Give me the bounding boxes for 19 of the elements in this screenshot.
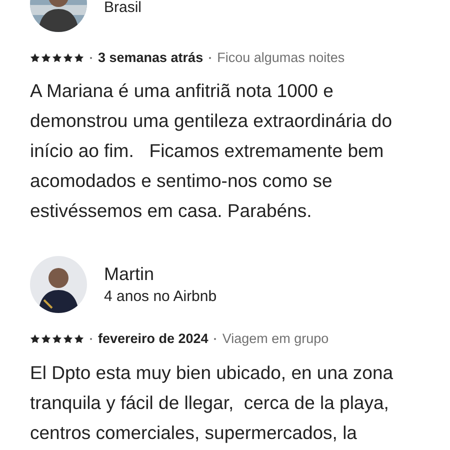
review-text: El Dpto esta muy bien ubicado, en una zona tranquila y fácil de llegar, cerca de la playa, centros comerciales, supermercados, la [30, 360, 394, 445]
star-icon [52, 53, 62, 64]
star-icon [30, 334, 40, 344]
review-date: 3 semanas atrás [98, 49, 204, 67]
star-icon [63, 53, 73, 64]
review-text: A Mariana é uma anfitriã nota 1000 e demonstrou uma gentileza extraordinária do início ao fim. Ficamos extremamente bem acomodados e sentimo-nos como se estivéssemos em casa. Parabéns. [30, 79, 393, 224]
stay-type: Viagem em grupo [222, 330, 329, 348]
star-icon [74, 334, 84, 344]
review-date: fevereiro de 2024 [98, 330, 208, 348]
star-icon [63, 334, 73, 344]
reviewer-subtitle: Brasil [104, 0, 142, 18]
star-icon [30, 53, 40, 64]
star-icon [74, 53, 84, 64]
star-icon [41, 334, 51, 344]
stay-type: Ficou algumas noites [217, 49, 345, 67]
star-icon [41, 53, 51, 64]
reviewer-subtitle: 4 anos no Airbnb [104, 286, 217, 307]
reviewer-name: Martin [104, 262, 156, 286]
star-icon [52, 334, 62, 344]
